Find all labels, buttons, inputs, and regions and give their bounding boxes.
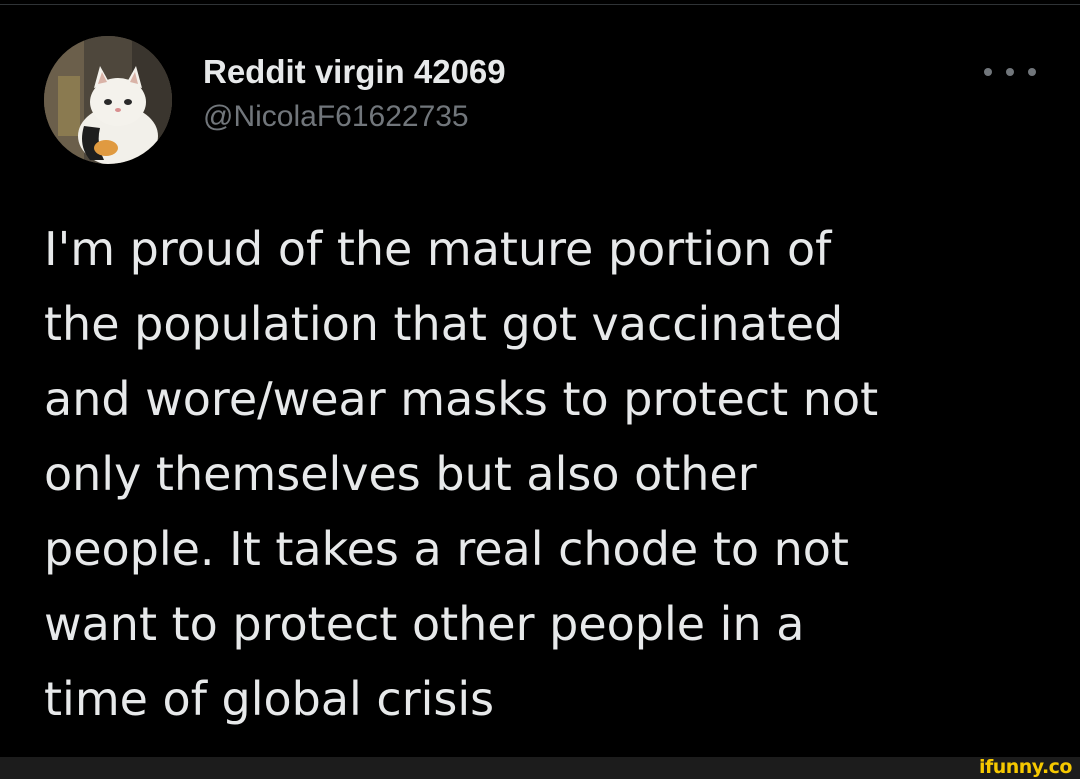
tweet-author: Reddit virgin 42069 @NicolaF61622735 bbox=[203, 52, 506, 136]
more-dot bbox=[1006, 68, 1014, 76]
tweet-text-line: only themselves but also other bbox=[44, 447, 757, 501]
tweet-text-line: the population that got vaccinated bbox=[44, 297, 844, 351]
more-options-icon[interactable] bbox=[984, 58, 1036, 86]
tweet-text-line: I'm proud of the mature portion of bbox=[44, 222, 832, 276]
author-handle[interactable]: @NicolaF61622735 bbox=[203, 98, 506, 136]
tweet-text-line: and wore/wear masks to protect not bbox=[44, 372, 879, 426]
cat-avatar-icon[interactable] bbox=[44, 36, 172, 164]
author-display-name[interactable]: Reddit virgin 42069 bbox=[203, 52, 506, 92]
watermark-bar bbox=[0, 757, 1080, 779]
tweet-text-line: people. It takes a real chode to not bbox=[44, 522, 849, 576]
tweet-text: I'm proud of the mature portion of the p… bbox=[44, 212, 1044, 737]
more-dot bbox=[984, 68, 992, 76]
ifunny-watermark: ifunny.co bbox=[978, 756, 1073, 778]
top-divider bbox=[0, 4, 1080, 5]
more-dot bbox=[1028, 68, 1036, 76]
tweet-screenshot: Reddit virgin 42069 @NicolaF61622735 I'm… bbox=[0, 0, 1080, 779]
tweet-text-line: time of global crisis bbox=[44, 672, 495, 726]
tweet-text-line: want to protect other people in a bbox=[44, 597, 805, 651]
